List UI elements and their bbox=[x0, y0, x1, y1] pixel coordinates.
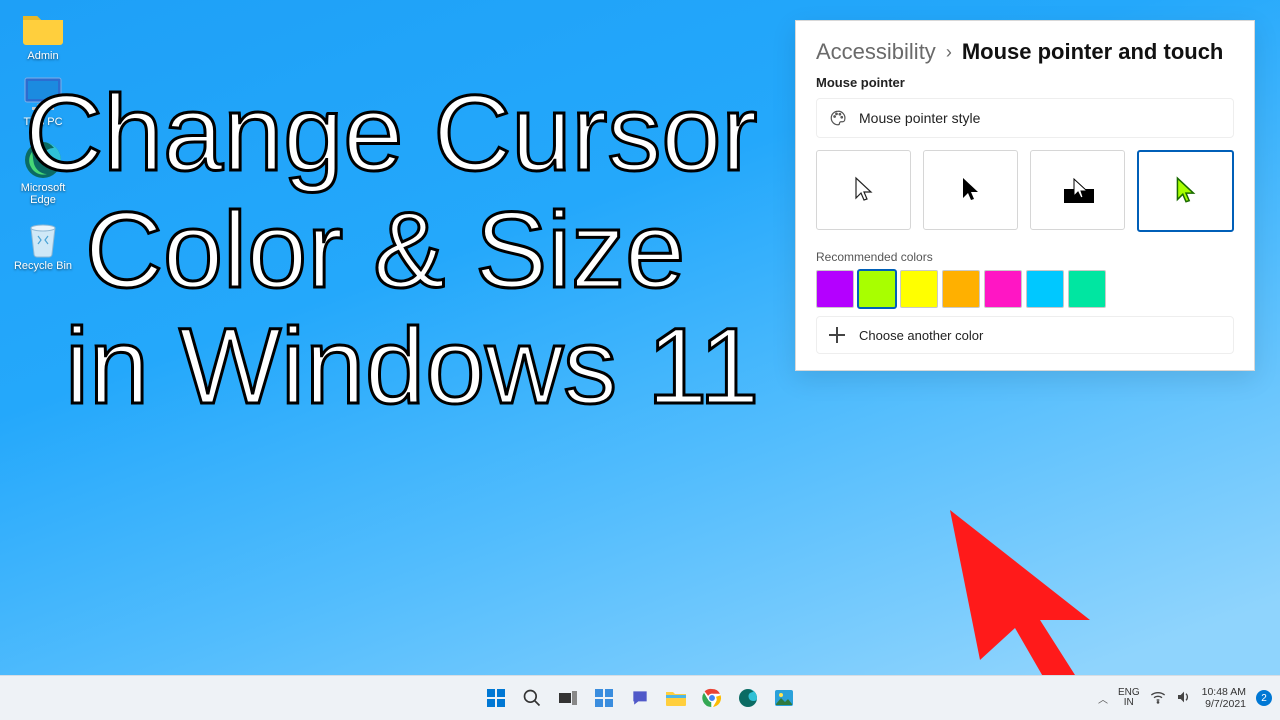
folder-icon bbox=[21, 8, 65, 48]
color-swatch-purple[interactable] bbox=[816, 270, 854, 308]
breadcrumb: Accessibility › Mouse pointer and touch bbox=[816, 39, 1234, 65]
task-view-button[interactable] bbox=[554, 684, 582, 712]
taskbar-center bbox=[482, 684, 798, 712]
color-swatch-yellow[interactable] bbox=[900, 270, 938, 308]
clock[interactable]: 10:48 AM 9/7/2021 bbox=[1202, 686, 1246, 710]
recommended-colors-label: Recommended colors bbox=[816, 250, 1234, 264]
mouse-pointer-style-row[interactable]: Mouse pointer style bbox=[816, 98, 1234, 138]
color-swatch-lime[interactable] bbox=[858, 270, 896, 308]
color-swatch-teal[interactable] bbox=[1068, 270, 1106, 308]
volume-icon[interactable] bbox=[1176, 690, 1192, 707]
pointer-style-white[interactable] bbox=[816, 150, 911, 230]
system-tray: ︿ ENG IN 10:48 AM 9/7/2021 2 bbox=[1098, 676, 1272, 720]
pointer-style-inverted[interactable] bbox=[1030, 150, 1125, 230]
plus-icon bbox=[829, 327, 845, 343]
color-swatch-gold[interactable] bbox=[942, 270, 980, 308]
breadcrumb-current: Mouse pointer and touch bbox=[962, 39, 1224, 65]
settings-panel: Accessibility › Mouse pointer and touch … bbox=[795, 20, 1255, 371]
edge-taskbar-button[interactable] bbox=[734, 684, 762, 712]
language-indicator[interactable]: ENG IN bbox=[1118, 688, 1140, 709]
mouse-pointer-style-label: Mouse pointer style bbox=[859, 110, 980, 126]
choose-another-color-button[interactable]: Choose another color bbox=[816, 316, 1234, 354]
desktop-icon-label: Admin bbox=[27, 50, 58, 62]
pointer-style-custom[interactable] bbox=[1137, 150, 1234, 232]
language-bottom: IN bbox=[1118, 698, 1140, 709]
red-arrow-graphic bbox=[940, 500, 1110, 685]
palette-icon bbox=[829, 109, 847, 127]
pointer-style-options bbox=[816, 150, 1234, 232]
headline-line-1: Change Cursor bbox=[25, 75, 759, 192]
color-swatch-cyan[interactable] bbox=[1026, 270, 1064, 308]
color-swatches bbox=[816, 270, 1234, 308]
start-button[interactable] bbox=[482, 684, 510, 712]
photos-button[interactable] bbox=[770, 684, 798, 712]
file-explorer-button[interactable] bbox=[662, 684, 690, 712]
search-button[interactable] bbox=[518, 684, 546, 712]
chrome-button[interactable] bbox=[698, 684, 726, 712]
breadcrumb-parent[interactable]: Accessibility bbox=[816, 39, 936, 65]
section-title-mouse-pointer: Mouse pointer bbox=[816, 75, 1234, 90]
pointer-style-black[interactable] bbox=[923, 150, 1018, 230]
wifi-icon[interactable] bbox=[1150, 690, 1166, 707]
headline-overlay: Change Cursor Color & Size in Windows 11 bbox=[25, 75, 759, 425]
clock-date: 9/7/2021 bbox=[1202, 698, 1246, 710]
headline-line-2: Color & Size bbox=[85, 192, 759, 309]
chat-button[interactable] bbox=[626, 684, 654, 712]
notification-badge[interactable]: 2 bbox=[1256, 690, 1272, 706]
desktop: Admin This PC Microsoft Edge Recycle Bin… bbox=[0, 0, 1280, 720]
chevron-right-icon: › bbox=[946, 42, 952, 63]
choose-another-color-label: Choose another color bbox=[859, 328, 983, 343]
taskbar: ︿ ENG IN 10:48 AM 9/7/2021 2 bbox=[0, 675, 1280, 720]
desktop-icon-admin[interactable]: Admin bbox=[8, 8, 78, 62]
headline-line-3: in Windows 11 bbox=[65, 308, 759, 425]
tray-overflow-button[interactable]: ︿ bbox=[1098, 691, 1108, 706]
color-swatch-pink[interactable] bbox=[984, 270, 1022, 308]
clock-time: 10:48 AM bbox=[1202, 686, 1246, 698]
widgets-button[interactable] bbox=[590, 684, 618, 712]
